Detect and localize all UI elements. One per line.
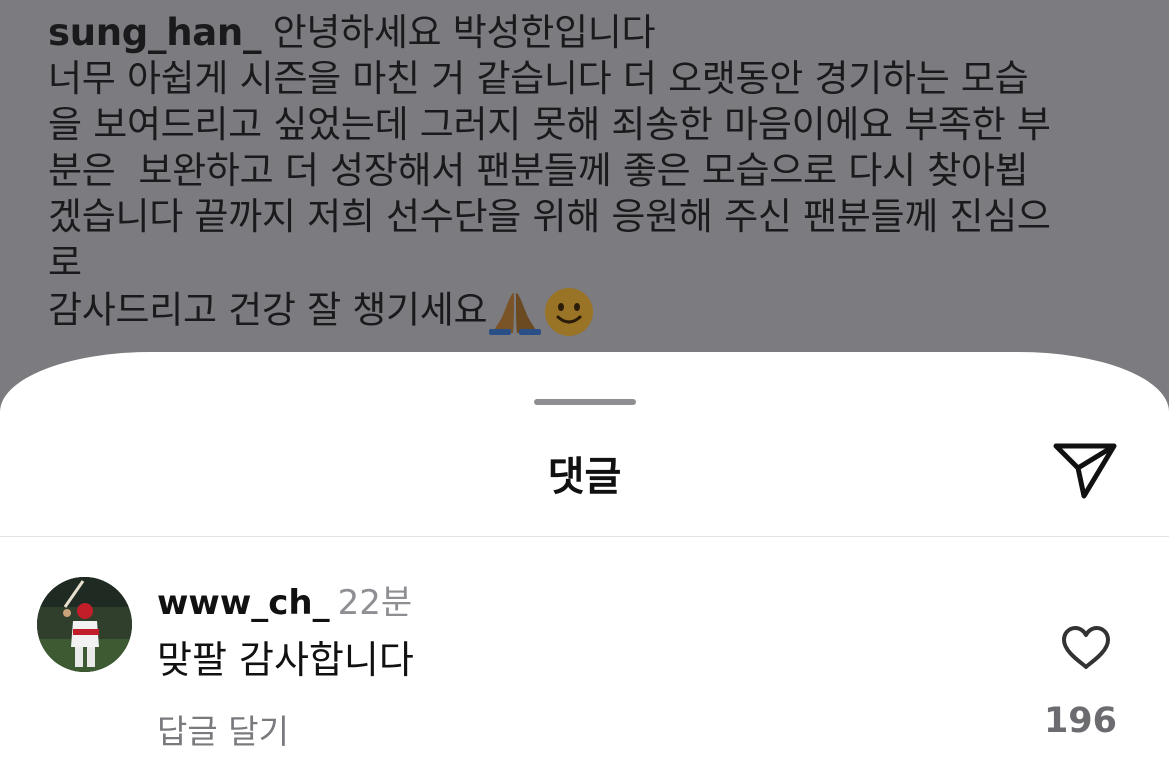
like-count: 196: [1043, 701, 1117, 741]
smiling-face-icon: [543, 286, 595, 338]
reply-button[interactable]: 답글 달기: [157, 705, 289, 753]
comment-text: 맞팔 감사합니다: [157, 638, 414, 682]
heart-outline-icon: [1062, 626, 1110, 669]
avatar[interactable]: [37, 577, 132, 672]
comment-header: www_ch_ 22분: [157, 575, 412, 624]
caption-line-4: 분은 보완하고 더 성장해서 팬분들께 좋은 모습으로 다시 찾아뵙: [48, 149, 1029, 192]
sheet-grabber-handle[interactable]: [534, 399, 636, 405]
caption-line-7: 감사드리고 건강 잘 챙기세요: [48, 288, 488, 332]
caption-line-6: 로: [48, 241, 82, 284]
share-button[interactable]: [1050, 438, 1122, 502]
caption-line-3: 을 보여드리고 싶었는데 그러지 못해 죄송한 마음이에요 부족한 부: [48, 103, 1051, 146]
comment-item: www_ch_ 22분 맞팔 감사합니다 답글 달기 196: [0, 537, 1169, 777]
like-button[interactable]: [1060, 625, 1112, 671]
caption-username[interactable]: sung_han_: [48, 11, 261, 54]
caption-line-5: 겠습니다 끝까지 저희 선수단을 위해 응원해 주신 팬분들께 진심으: [48, 195, 1051, 238]
sheet-title: 댓글: [547, 454, 622, 500]
paper-plane-icon: [1053, 443, 1117, 499]
caption-line-1: 안녕하세요 박성한입니다: [261, 11, 656, 54]
folded-hands-icon: [487, 289, 543, 335]
comments-sheet: 댓글 www_ch_ 22분 맞팔 감사합니다 답글 달기 196: [0, 352, 1169, 782]
comment-timestamp: 22분: [337, 583, 413, 623]
caption-line-2: 너무 아쉽게 시즌을 마친 거 같습니다 더 오랫동안 경기하는 모습: [48, 57, 1029, 100]
post-caption: sung_han_ 안녕하세요 박성한입니다 너무 아쉽게 시즌을 마친 거 같…: [48, 10, 1138, 338]
comment-username[interactable]: www_ch_: [157, 583, 330, 623]
